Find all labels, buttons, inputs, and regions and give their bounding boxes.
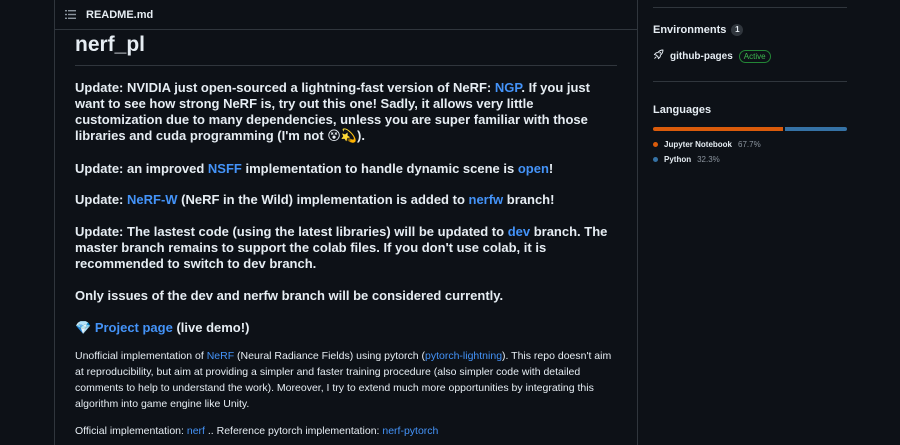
update-nerfw-text-2: (NeRF in the Wild) implementation is add… — [177, 192, 469, 207]
language-item[interactable]: Jupyter Notebook 67.7% — [653, 137, 847, 152]
language-percent: 32.3% — [697, 155, 720, 164]
project-page-line: 💎 Project page (live demo!) — [75, 320, 617, 337]
update-ngp-text: Update: NVIDIA just open-sourced a light… — [75, 80, 495, 95]
language-name[interactable]: Python — [664, 155, 691, 164]
readme-header: README.md — [55, 0, 637, 30]
readme-panel: README.md nerf_pl Update: NVIDIA just op… — [54, 0, 638, 445]
update-nsff-end: ! — [548, 161, 554, 176]
languages-bar — [653, 127, 847, 131]
sidebar-divider — [653, 7, 847, 8]
language-color-dot — [653, 157, 658, 162]
project-page-link[interactable]: Project page — [95, 320, 173, 335]
language-item[interactable]: Python 32.3% — [653, 152, 847, 167]
dev-link[interactable]: dev — [508, 224, 530, 239]
nerf-pytorch-link[interactable]: nerf-pytorch — [382, 425, 438, 437]
environment-status-badge: Active — [738, 49, 771, 63]
nerf-paper-link[interactable]: NeRF — [207, 350, 234, 362]
language-bar-segment-jupyter — [653, 127, 783, 131]
language-name[interactable]: Jupyter Notebook — [664, 140, 732, 149]
update-ngp: Update: NVIDIA just open-sourced a light… — [75, 80, 617, 145]
update-nsff-text: Update: an improved — [75, 161, 208, 176]
languages-list: Jupyter Notebook 67.7% Python 32.3% — [653, 137, 847, 167]
languages-heading: Languages — [653, 104, 712, 116]
language-bar-segment-python — [784, 127, 847, 131]
update-ngp-end: ). — [357, 128, 365, 143]
language-color-dot — [653, 142, 658, 147]
official-text: Official implementation: — [75, 425, 187, 437]
gem-emoji: 💎 — [75, 321, 92, 336]
nerf-official-link[interactable]: nerf — [187, 425, 205, 437]
pytorch-lightning-link[interactable]: pytorch-lightning — [425, 350, 502, 362]
update-dev: Update: The lastest code (using the late… — [75, 224, 617, 272]
nerfw-branch-link[interactable]: nerfw — [469, 192, 504, 207]
description-text: Unofficial implementation of — [75, 350, 207, 362]
repo-sidebar: Environments 1 github-pages Active Langu… — [653, 0, 847, 167]
update-nsff: Update: an improved NSFF implementation … — [75, 161, 617, 177]
description-text-2: (Neural Radiance Fields) using pytorch ( — [234, 350, 425, 362]
environments-count-badge: 1 — [731, 24, 744, 36]
update-nerfw: Update: NeRF-W (NeRF in the Wild) implem… — [75, 192, 617, 208]
update-nsff-text-2: implementation to handle dynamic scene i… — [241, 161, 518, 176]
dizzy-face-emoji: 😵💫 — [327, 129, 358, 144]
readme-title: nerf_pl — [75, 33, 617, 66]
update-nerfw-text: Update: — [75, 192, 127, 207]
nsff-link[interactable]: NSFF — [208, 161, 242, 176]
open-link[interactable]: open — [518, 161, 549, 176]
description-paragraph: Unofficial implementation of NeRF (Neura… — [75, 348, 617, 412]
issues-note: Only issues of the dev and nerfw branch … — [75, 288, 504, 303]
readme-filename[interactable]: README.md — [86, 9, 153, 21]
ngp-link[interactable]: NGP — [495, 80, 522, 95]
official-implementation-line: Official implementation: nerf .. Referen… — [75, 423, 617, 439]
environments-title[interactable]: Environments — [653, 24, 726, 36]
outline-list-icon[interactable] — [65, 10, 76, 19]
environments-heading[interactable]: Environments 1 — [653, 24, 847, 36]
sidebar-divider — [653, 81, 847, 82]
rocket-icon — [653, 49, 664, 63]
nerf-w-link[interactable]: NeRF-W — [127, 192, 178, 207]
environment-name[interactable]: github-pages — [670, 51, 733, 62]
language-percent: 67.7% — [738, 140, 761, 149]
project-page-suffix: (live demo!) — [172, 320, 250, 335]
update-nerfw-end: branch! — [503, 192, 555, 207]
update-dev-text: Update: The lastest code (using the late… — [75, 224, 508, 239]
official-text-2: .. Reference pytorch implementation: — [204, 425, 383, 437]
environment-item[interactable]: github-pages Active — [653, 49, 847, 63]
